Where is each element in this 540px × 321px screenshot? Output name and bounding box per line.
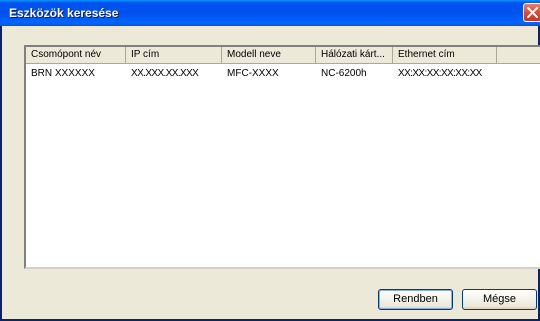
close-button[interactable] [523,3,540,22]
cell-ip-address: XX.XXX.XX.XXX [131,68,199,79]
column-header-ethernet-address[interactable]: Ethernet cím [393,47,497,64]
column-header-ip-address[interactable]: IP cím [126,47,222,64]
dialog-window: Eszközök keresése Csomópont név IP cím M… [0,0,540,321]
cell-network-card: NC-6200h [321,68,367,79]
cancel-button[interactable]: Mégse [462,289,537,310]
column-header-node-name[interactable]: Csomópont név [26,47,126,64]
title-bar[interactable]: Eszközök keresése [0,0,540,26]
column-header-model-name[interactable]: Modell neve [222,47,316,64]
device-list[interactable]: Csomópont név IP cím Modell neve Hálózat… [24,45,540,269]
window-title: Eszközök keresése [9,6,119,20]
close-icon [527,7,538,18]
ok-button[interactable]: Rendben [378,289,453,310]
cell-ethernet-address: XX:XX:XX:XX:XX:XX [398,68,482,79]
cell-node-name: BRN XXXXXX [31,68,95,79]
list-header: Csomópont név IP cím Modell neve Hálózat… [26,47,540,64]
cell-model-name: MFC-XXXX [227,68,279,79]
column-header-network-card[interactable]: Hálózati kárt... [316,47,393,64]
column-header-empty [497,47,540,64]
